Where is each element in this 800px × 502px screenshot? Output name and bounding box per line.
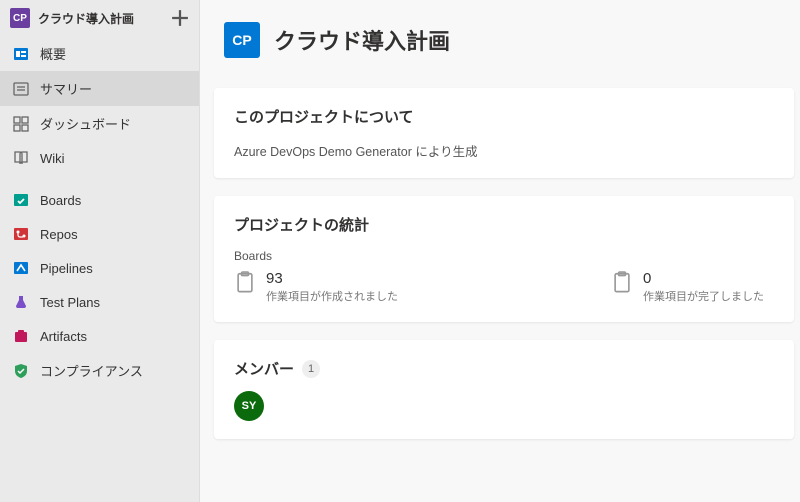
about-body: Azure DevOps Demo Generator により生成: [234, 141, 774, 160]
summary-icon: [12, 80, 30, 98]
sidebar-item-label: ダッシュボード: [40, 114, 131, 133]
members-card: メンバー 1 SY: [214, 340, 794, 439]
sidebar-item-testplans[interactable]: Test Plans: [0, 285, 199, 319]
boards-icon: [12, 191, 30, 209]
pipelines-icon: [12, 259, 30, 277]
stats-heading: プロジェクトの統計: [234, 214, 774, 235]
sidebar-item-label: Pipelines: [40, 261, 93, 276]
repos-icon: [12, 225, 30, 243]
stat-completed-label: 作業項目が完了しました: [643, 288, 764, 304]
stats-card: プロジェクトの統計 Boards 93 作業項目が作成されました 0 作業項目が…: [214, 196, 794, 322]
project-name[interactable]: クラウド導入計画: [38, 10, 163, 27]
sidebar-item-compliance[interactable]: コンプライアンス: [0, 353, 199, 388]
sidebar-item-summary[interactable]: サマリー: [0, 71, 199, 106]
sidebar-item-boards[interactable]: Boards: [0, 183, 199, 217]
shield-icon: [12, 362, 30, 380]
main-content: CP クラウド導入計画 このプロジェクトについて Azure DevOps De…: [200, 0, 800, 502]
sidebar-item-label: Test Plans: [40, 295, 100, 310]
sidebar: CP クラウド導入計画 概要 サマリー ダッシュボード Wiki Bo: [0, 0, 200, 502]
sidebar-item-repos[interactable]: Repos: [0, 217, 199, 251]
sidebar-item-label: Boards: [40, 193, 81, 208]
project-badge-large: CP: [224, 22, 260, 58]
sidebar-item-label: コンプライアンス: [40, 361, 143, 380]
clipboard-icon: [234, 271, 256, 293]
dashboard-icon: [12, 115, 30, 133]
clipboard-icon: [611, 271, 633, 293]
members-heading: メンバー: [234, 358, 294, 379]
artifacts-icon: [12, 327, 30, 345]
project-badge: CP: [10, 8, 30, 28]
page-header: CP クラウド導入計画: [200, 0, 800, 88]
sidebar-item-label: 概要: [40, 44, 66, 63]
members-count: 1: [302, 360, 320, 378]
member-avatar[interactable]: SY: [234, 391, 264, 421]
sidebar-item-artifacts[interactable]: Artifacts: [0, 319, 199, 353]
sidebar-item-label: Artifacts: [40, 329, 87, 344]
stat-created: 93 作業項目が作成されました: [234, 271, 398, 304]
sidebar-item-label: サマリー: [40, 79, 92, 98]
wiki-icon: [12, 149, 30, 167]
sidebar-item-label: Repos: [40, 227, 78, 242]
sidebar-item-dashboards[interactable]: ダッシュボード: [0, 106, 199, 141]
sidebar-item-wiki[interactable]: Wiki: [0, 141, 199, 175]
stat-created-label: 作業項目が作成されました: [266, 288, 398, 304]
about-card: このプロジェクトについて Azure DevOps Demo Generator…: [214, 88, 794, 178]
stat-completed: 0 作業項目が完了しました: [611, 271, 764, 304]
new-item-button[interactable]: [171, 9, 189, 27]
stats-section-label: Boards: [234, 249, 774, 263]
testplans-icon: [12, 293, 30, 311]
sidebar-item-overview[interactable]: 概要: [0, 36, 199, 71]
about-heading: このプロジェクトについて: [234, 106, 774, 127]
page-title: クラウド導入計画: [274, 24, 450, 56]
sidebar-item-label: Wiki: [40, 151, 65, 166]
sidebar-header: CP クラウド導入計画: [0, 0, 199, 36]
stat-created-value: 93: [266, 271, 398, 286]
overview-icon: [12, 45, 30, 63]
sidebar-item-pipelines[interactable]: Pipelines: [0, 251, 199, 285]
stat-completed-value: 0: [643, 271, 764, 286]
